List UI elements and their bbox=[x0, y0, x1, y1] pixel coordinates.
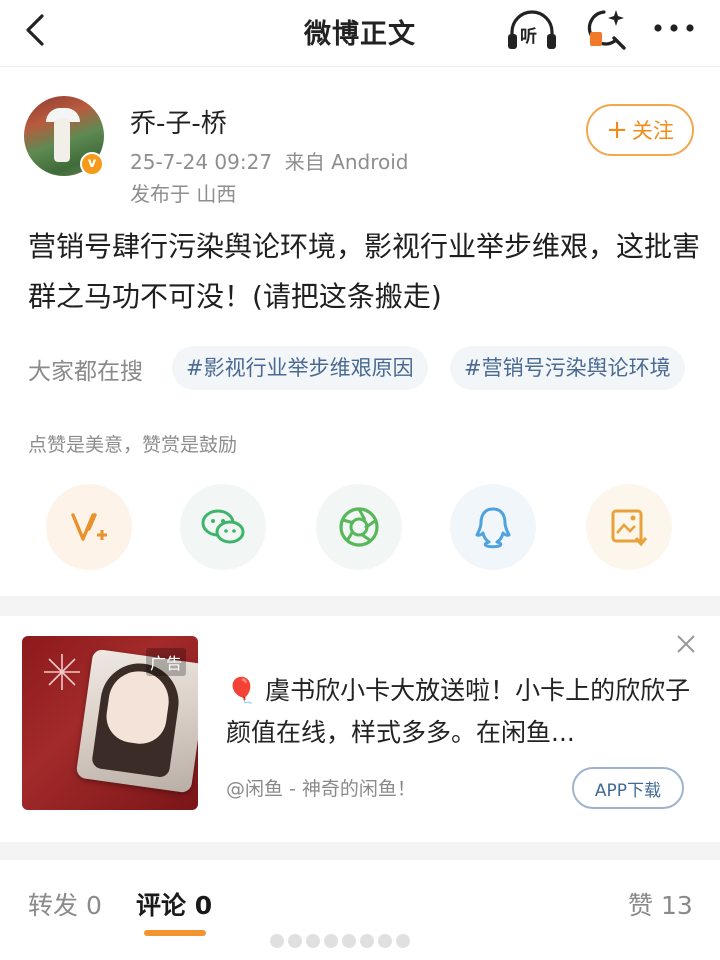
moments-icon bbox=[339, 507, 379, 547]
post-location: 发布于 山西 bbox=[130, 182, 237, 206]
app-download-button[interactable]: APP下载 bbox=[572, 767, 684, 809]
qq-icon bbox=[475, 507, 511, 549]
verified-badge-icon: v bbox=[80, 152, 104, 176]
post-datetime: 25-7-24 09:27 bbox=[130, 150, 273, 174]
tab-repost[interactable]: 转发 0 bbox=[28, 886, 102, 922]
share-qq-button[interactable] bbox=[450, 484, 536, 570]
section-gap bbox=[0, 596, 720, 616]
share-wechat-button[interactable] bbox=[180, 484, 266, 570]
reward-button[interactable] bbox=[46, 484, 132, 570]
ai-search-icon[interactable] bbox=[582, 6, 628, 54]
ad-source: @闲鱼 - 神奇的闲鱼！ bbox=[226, 778, 416, 800]
top-nav-bar: 微博正文 听 bbox=[0, 0, 720, 62]
reward-v-icon bbox=[71, 513, 107, 541]
follow-label: 关注 bbox=[631, 119, 674, 143]
follow-button[interactable]: + 关注 bbox=[586, 104, 694, 156]
snowflake-decoration-icon bbox=[44, 654, 80, 690]
active-tab-indicator bbox=[144, 930, 206, 936]
watermark-dots bbox=[270, 934, 410, 952]
share-moments-button[interactable] bbox=[316, 484, 402, 570]
username[interactable]: 乔-子-桥 bbox=[130, 103, 227, 140]
listen-label: 听 bbox=[520, 27, 537, 47]
nav-divider bbox=[0, 66, 720, 67]
plus-icon: + bbox=[606, 115, 628, 145]
trending-chip[interactable]: #影视行业举步维艰原因 bbox=[172, 346, 428, 390]
ad-tag: 广告 bbox=[146, 648, 187, 676]
trending-chip[interactable]: #营销号污染舆论环境 bbox=[450, 346, 685, 390]
section-gap bbox=[0, 842, 720, 860]
listen-button[interactable]: 听 bbox=[506, 8, 558, 54]
post-body: 营销号肆行污染舆论环境，影视行业举步维艰，这批害群之马功不可没！(请把这条搬走) bbox=[28, 230, 701, 313]
tab-comment[interactable]: 评论 0 bbox=[136, 886, 212, 922]
save-image-button[interactable] bbox=[586, 484, 672, 570]
post-meta: 25-7-24 09:27 来自 Android bbox=[130, 146, 408, 175]
save-image-icon bbox=[611, 509, 648, 547]
tab-like[interactable]: 赞 13 bbox=[628, 886, 693, 922]
ad-text[interactable]: 🎈 虞书欣小卡大放送啦！小卡上的欣欣子颜值在线，样式多多。在闲鱼... bbox=[226, 670, 696, 754]
post-source: 来自 Android bbox=[284, 150, 409, 174]
trending-label: 大家都在搜 bbox=[28, 359, 143, 385]
wechat-icon bbox=[201, 509, 245, 544]
avatar-figure bbox=[54, 118, 70, 162]
reward-tip: 点赞是美意，赞赏是鼓励 bbox=[28, 434, 238, 456]
close-icon[interactable] bbox=[674, 632, 698, 656]
more-options-icon[interactable] bbox=[650, 16, 698, 40]
